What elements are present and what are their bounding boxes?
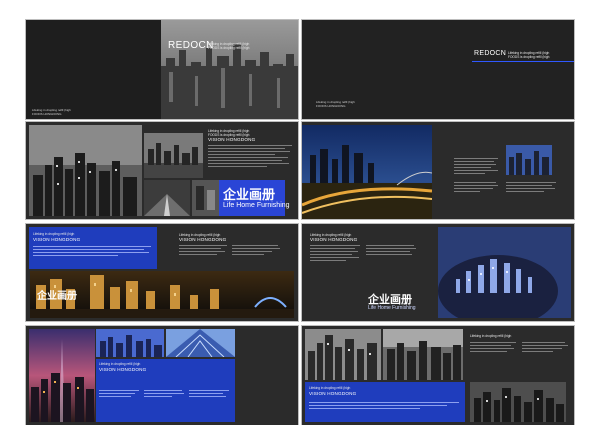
street-night-photo: [144, 180, 190, 216]
s5-text-column-2: [232, 245, 280, 257]
s7-blue-text-2: [144, 390, 184, 399]
s8-band-text: [309, 402, 459, 411]
promo-cn-title: 企业画册: [223, 187, 276, 202]
cover-small-info-2: FOODS HONGDONG: [32, 112, 62, 116]
spread-5: Lifeking in dropling refill (high VISION…: [26, 224, 298, 321]
s3-section-heading: VISION HONGDONG: [208, 137, 256, 142]
s7-tagline-1: Lifeking in dropling refill (high: [99, 362, 141, 366]
s4-text-column-3: [506, 182, 556, 194]
spread-cover-left: REDOCN Lifeking in dropling refill (high…: [26, 20, 298, 119]
night-skyline-photo: [29, 125, 142, 216]
spread-cover-right: REDOCN Lifeking in dropling refill (high…: [302, 20, 574, 119]
spread-7: Lifeking in dropling refill (high VISION…: [26, 326, 298, 425]
s5-blue-header-block: Lifeking in dropling refill (high VISION…: [29, 227, 157, 269]
s5-section-heading: VISION HONGDONG: [33, 237, 81, 242]
glass-building-photo: [166, 329, 235, 357]
night-panorama-photo: 企业画册: [30, 271, 294, 318]
s6-text-column-1: [310, 245, 360, 263]
promo-blue-panel: 企业画册 Life Home Furnishing: [219, 180, 290, 216]
s8-text-column-2: [522, 342, 568, 354]
small-city-photo: [506, 145, 552, 175]
spread-8: Lifeking in dropling refill (high Lifeki…: [302, 326, 574, 425]
s5-overlay-cn-title: 企业画册: [37, 291, 77, 302]
s5-blue-text: [33, 246, 151, 258]
cover-logo: REDOCN: [168, 40, 214, 51]
city-aerial-photo: [161, 20, 298, 119]
s5-text-column-1: [179, 245, 227, 257]
s8-tagline-1: Lifeking in dropling refill (high: [470, 334, 512, 338]
spread-3: 企业画册 Life Home Furnishing Lifeking in dr…: [26, 122, 298, 219]
s4-text-column-1: [454, 158, 498, 176]
blue-skyline-photo: [96, 329, 164, 357]
spread-4: [302, 122, 574, 219]
s5-tagline-1: Lifeking in dropling refill (high: [33, 232, 75, 236]
s7-blue-text-1: [99, 390, 139, 399]
s6-text-column-2: [366, 245, 416, 257]
back-cover-info-2: FOODS HONGDONG: [316, 104, 346, 108]
grey-skyline-photo-right: [383, 329, 463, 380]
city-globe-photo: [438, 227, 571, 318]
night-bw-skyline-photo: [470, 382, 566, 422]
s4-text-column-2: [454, 182, 498, 194]
spread-6: Lifeking in dropling refill (high VISION…: [302, 224, 574, 321]
interior-photo: [192, 180, 219, 216]
s3-text-column: [208, 145, 292, 169]
back-cover-logo: REDOCN: [474, 50, 507, 57]
s8-band-heading: VISION HONGDONG: [309, 391, 357, 396]
cover-tagline-2: FOODS is dropling refill (high: [208, 46, 250, 50]
s8-band-tagline: Lifeking in dropling refill (high: [309, 386, 351, 390]
highway-night-photo: [302, 125, 432, 219]
back-cover-tagline-2: FOODS is dropling refill (high: [508, 55, 550, 59]
s6-en-title: Life Home Furnishing: [368, 305, 416, 311]
s8-blue-band: Lifeking in dropling refill (high VISION…: [305, 382, 465, 422]
grey-skyline-photo-left: [305, 329, 381, 380]
spotlight-city-photo: [29, 329, 95, 422]
promo-en-title: Life Home Furnishing: [223, 202, 290, 209]
s7-section-heading: VISION HONGDONG: [99, 367, 147, 372]
s7-blue-text-3: [189, 390, 229, 399]
s6-section-heading: VISION HONGDONG: [310, 237, 358, 242]
s8-text-column-1: [470, 342, 516, 354]
s7-blue-body: Lifeking in dropling refill (high VISION…: [96, 359, 235, 422]
harbor-night-photo: [144, 133, 203, 178]
back-cover-blue-rule: [472, 61, 574, 62]
s5-right-heading: VISION HONGDONG: [179, 237, 227, 242]
